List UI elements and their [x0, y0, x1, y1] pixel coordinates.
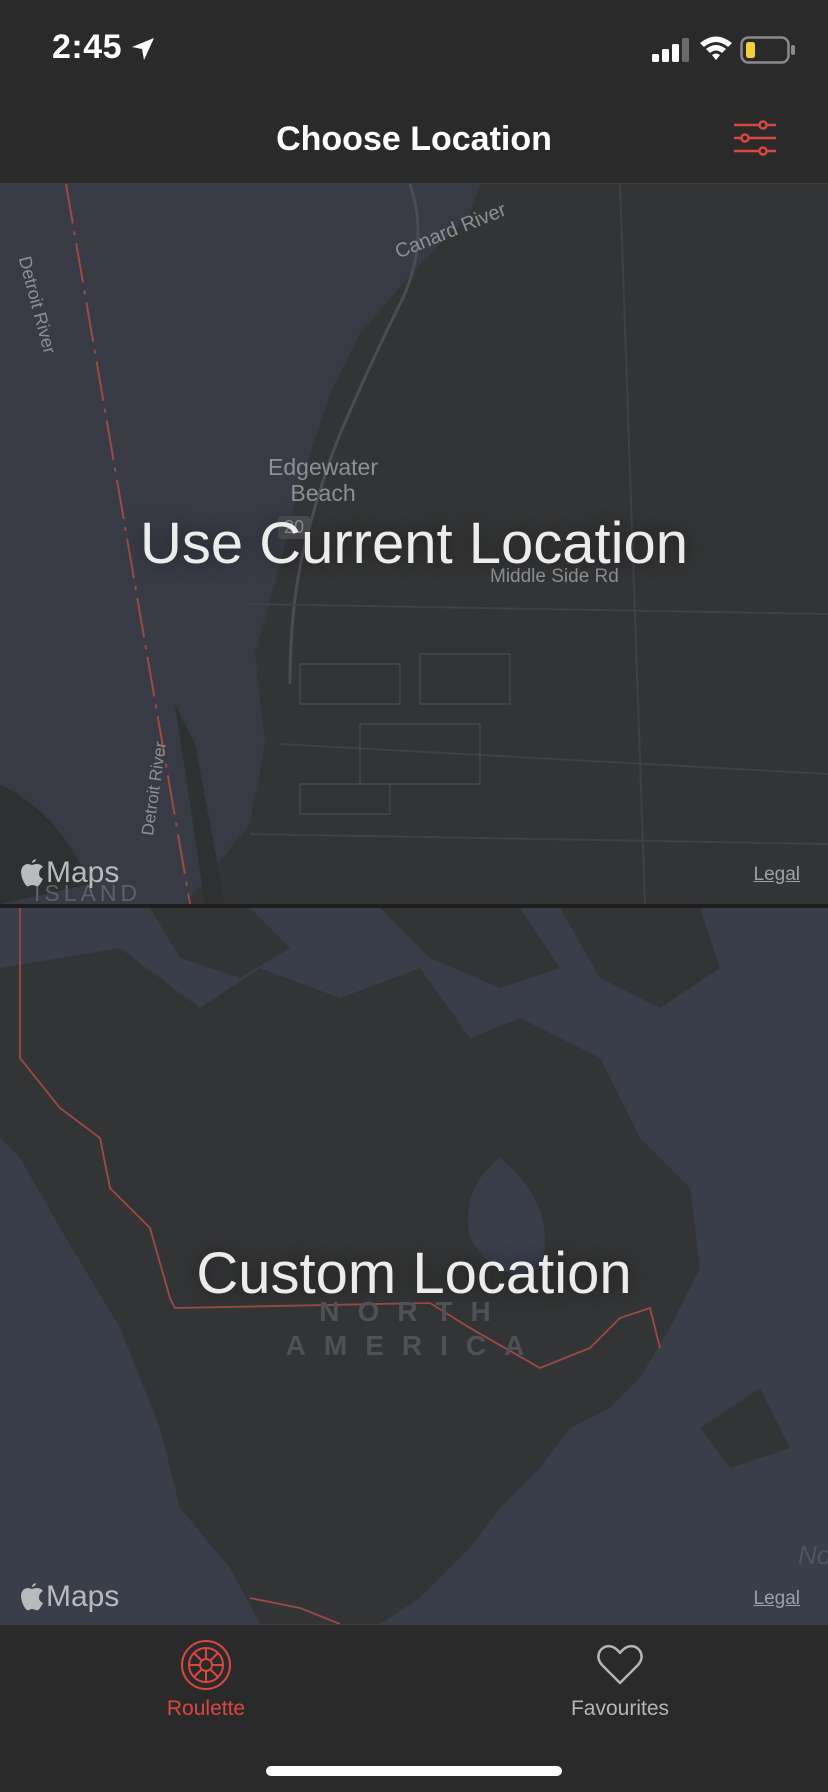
location-arrow-icon — [132, 38, 154, 60]
current-location-panel[interactable]: Detroit River Canard River Edgewater Bea… — [0, 184, 828, 904]
status-bar: 2:45 — [0, 0, 828, 92]
apple-logo-icon — [21, 1583, 43, 1611]
cellular-signal-icon — [652, 38, 689, 62]
custom-location-panel[interactable]: Custom Location NORTH AMERICA No Maps Le… — [0, 908, 828, 1624]
maps-attribution-text: Maps — [46, 856, 120, 889]
status-time: 2:45 — [52, 28, 123, 66]
roulette-wheel-icon — [181, 1640, 231, 1690]
battery-low-icon — [740, 36, 795, 64]
map-label-edge: No — [798, 1540, 828, 1570]
navigation-bar: Choose Location — [0, 92, 828, 184]
legal-link[interactable]: Legal — [754, 1588, 801, 1610]
home-indicator[interactable] — [266, 1766, 562, 1776]
map-label-north: NORTH — [319, 1296, 509, 1327]
wifi-icon — [700, 36, 732, 60]
tab-favourites[interactable]: Favourites — [520, 1639, 720, 1721]
tab-roulette[interactable]: Roulette — [106, 1639, 306, 1721]
map-label-america: AMERICA — [285, 1330, 543, 1361]
apple-maps-attribution[interactable]: Maps — [20, 856, 119, 890]
sliders-icon[interactable] — [732, 118, 778, 158]
use-current-location-label: Use Current Location — [139, 511, 689, 576]
tab-roulette-label: Roulette — [166, 1697, 246, 1720]
heart-icon — [597, 1644, 643, 1685]
apple-maps-attribution[interactable]: Maps — [20, 1580, 119, 1614]
legal-link[interactable]: Legal — [754, 864, 801, 886]
maps-attribution-text: Maps — [46, 1580, 120, 1613]
tab-favourites-label: Favourites — [570, 1697, 670, 1720]
apple-logo-icon — [21, 859, 43, 887]
page-title: Choose Location — [276, 120, 552, 158]
map-label-edgewater-beach: Edgewater Beach — [268, 454, 378, 506]
